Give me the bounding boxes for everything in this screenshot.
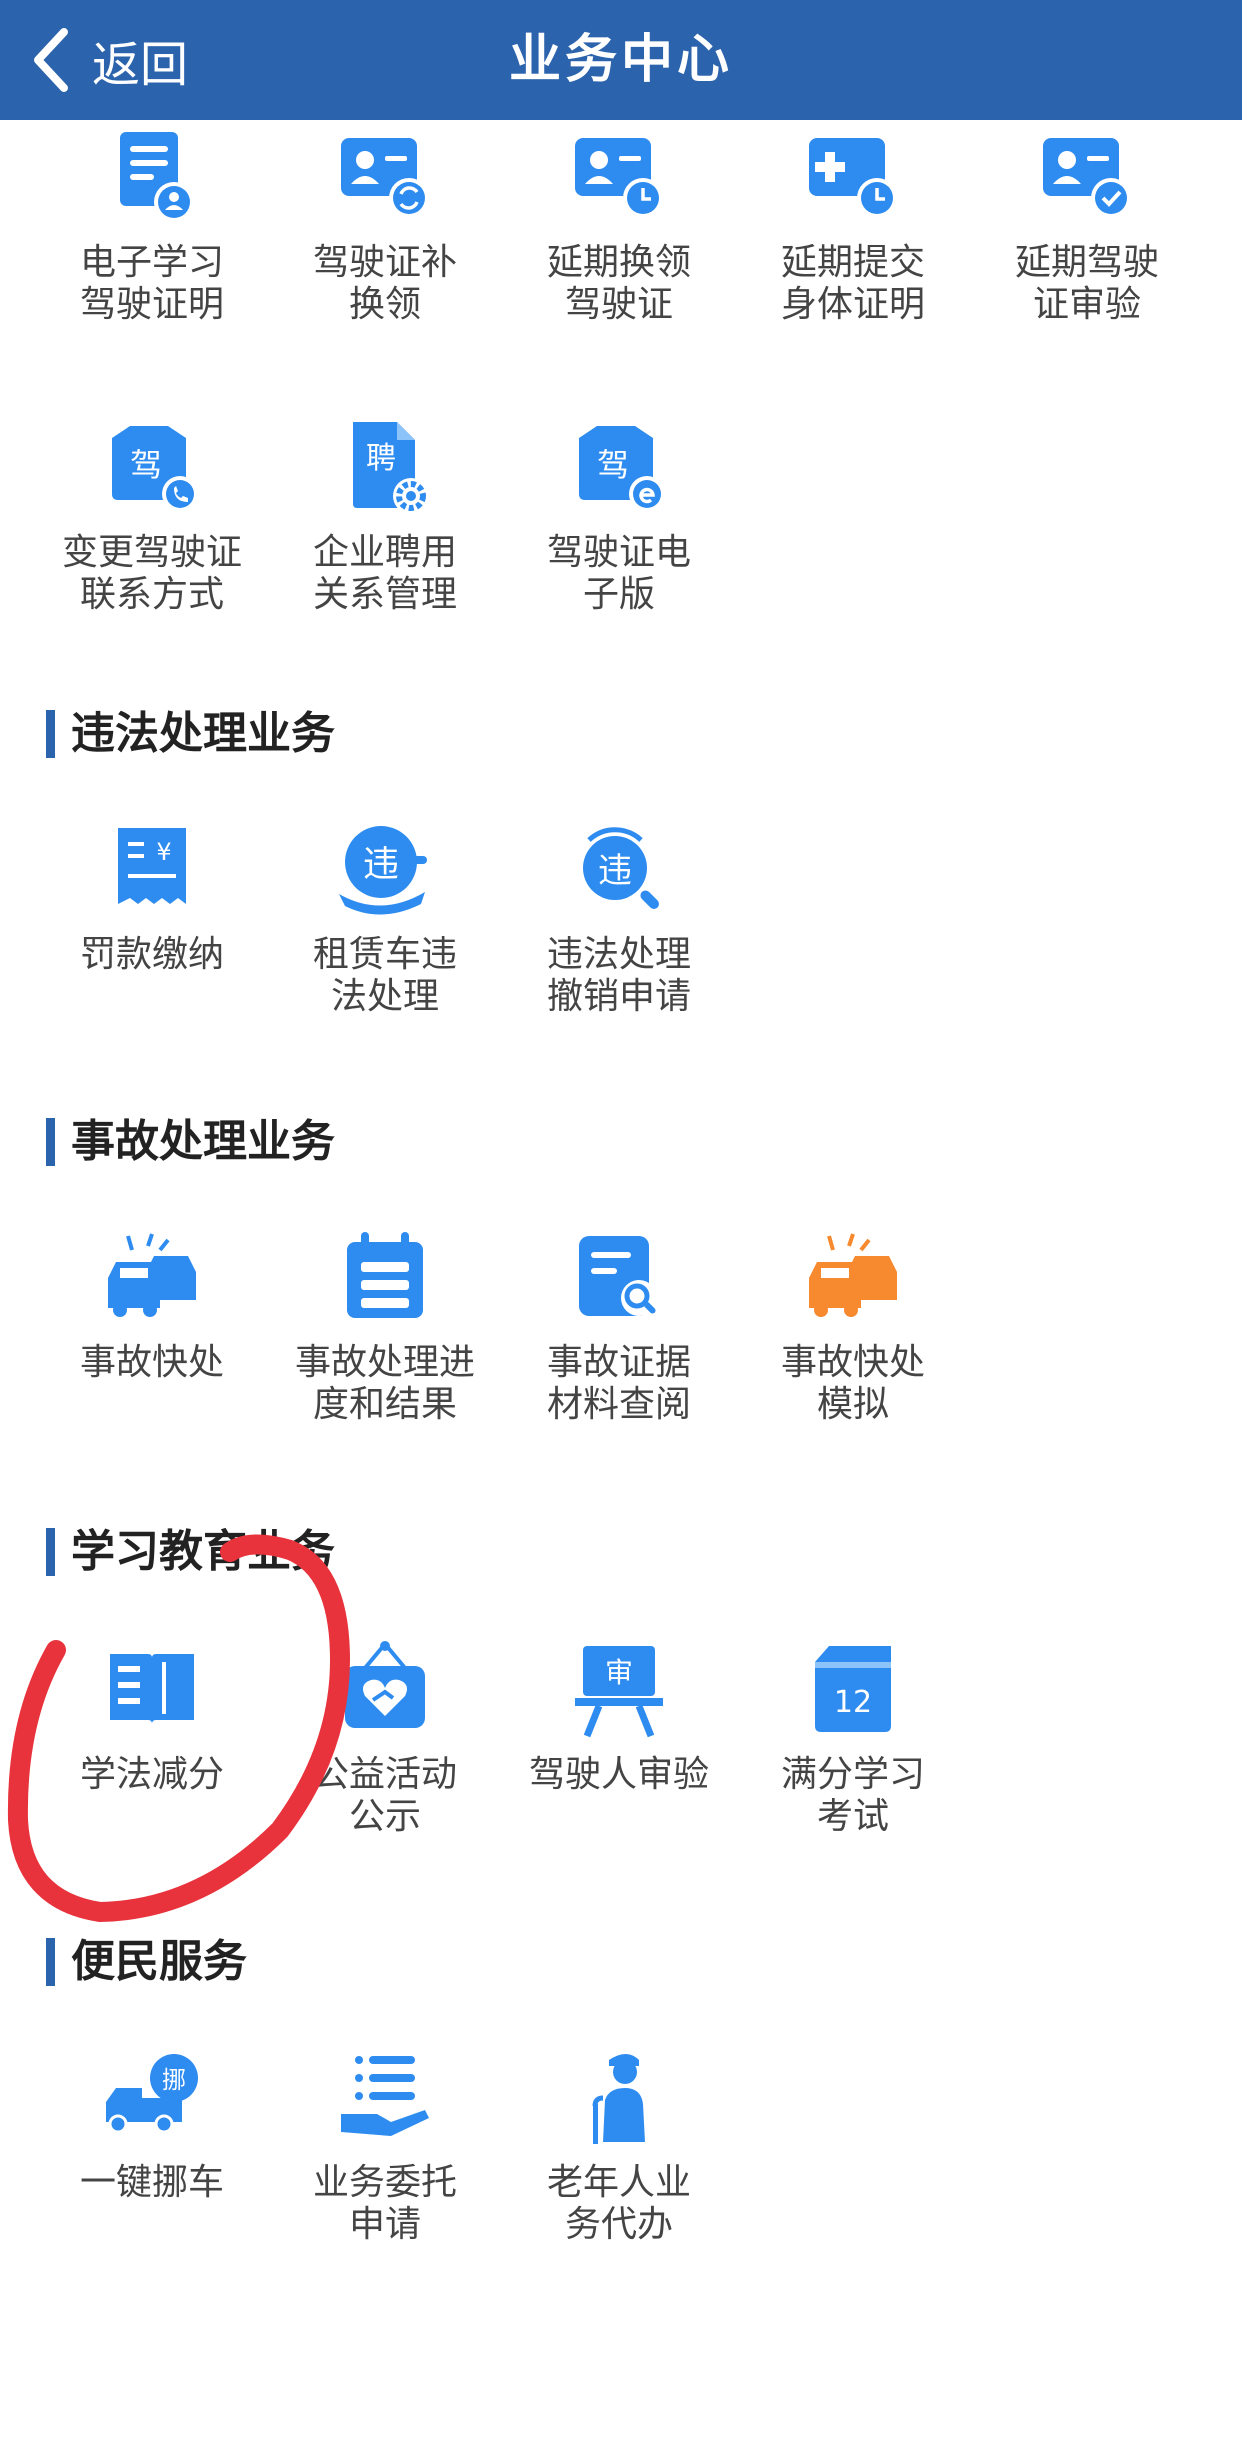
service-driver-review[interactable]: 审 驾驶人审验	[502, 1640, 736, 1796]
section-title-violation: 违法处理业务	[46, 710, 335, 758]
tow-truck-icon: 挪	[106, 2054, 198, 2134]
service-public-welfare[interactable]: 公益活动 公示	[268, 1640, 502, 1838]
service-full-score-exam[interactable]: 12 满分学习 考试	[736, 1640, 970, 1838]
service-label: 延期提交 身体证明	[780, 242, 925, 325]
service-label: 企业聘用 关系管理	[312, 532, 457, 615]
svg-text:¥: ¥	[156, 838, 171, 866]
svg-text:驾: 驾	[597, 446, 629, 484]
service-business-delegation[interactable]: 业务委托 申请	[268, 2048, 502, 2246]
service-label: 公益活动 公示	[312, 1754, 457, 1837]
id-card-check-icon	[1043, 138, 1131, 218]
service-label: 违法处理 撤销申请	[546, 934, 691, 1017]
service-label: 驾驶人审验	[528, 1754, 709, 1795]
service-label: 延期驾驶 证审验	[1014, 242, 1159, 325]
service-elderly-proxy[interactable]: 老年人业 务代办	[502, 2048, 736, 2246]
document-user-icon	[120, 132, 194, 222]
section-title-accident: 事故处理业务	[46, 1118, 335, 1166]
back-button[interactable]: 返回	[30, 18, 188, 102]
service-accident-simulation[interactable]: 事故快处 模拟	[736, 1228, 970, 1426]
service-label: 电子学习 驾驶证明	[79, 242, 224, 325]
back-label: 返回	[92, 37, 189, 93]
service-study-deduction[interactable]: 学法减分	[35, 1640, 269, 1796]
service-accident-evidence[interactable]: 事故证据 材料查阅	[502, 1228, 736, 1426]
service-label: 老年人业 务代办	[546, 2162, 691, 2245]
service-accident-progress[interactable]: 事故处理进 度和结果	[268, 1228, 502, 1426]
svg-text:审: 审	[605, 1656, 633, 1689]
service-label: 事故快处	[79, 1342, 224, 1383]
heart-hand-sign-icon	[345, 1641, 425, 1728]
service-label: 租赁车违 法处理	[312, 934, 457, 1017]
service-label: 事故快处 模拟	[780, 1342, 925, 1425]
svg-text:违: 违	[598, 851, 632, 891]
navigation-bar: 返回 业务中心	[0, 0, 1242, 120]
service-label: 延期换领 驾驶证	[546, 242, 691, 325]
license-electronic-icon: 驾	[579, 426, 665, 512]
service-electronic-learning-proof[interactable]: 电子学习 驾驶证明	[35, 128, 269, 326]
medical-clock-icon	[809, 138, 897, 218]
service-label: 变更驾驶证 联系方式	[61, 532, 242, 615]
service-license-replace[interactable]: 驾驶证补 换领	[268, 128, 502, 326]
service-move-car[interactable]: 挪 一键挪车	[35, 2048, 269, 2204]
service-electronic-license[interactable]: 驾 驾驶证电 子版	[502, 418, 736, 616]
service-change-license-contact[interactable]: 驾 变更驾驶证 联系方式	[35, 418, 269, 616]
service-label: 学法减分	[79, 1754, 224, 1795]
open-book-icon	[110, 1654, 194, 1724]
license-phone-icon: 驾	[112, 426, 198, 512]
calendar-list-icon	[347, 1232, 423, 1318]
car-accident-orange-icon	[809, 1233, 897, 1317]
id-card-swap-icon	[341, 138, 429, 218]
id-card-clock-icon	[575, 138, 663, 218]
service-label: 事故处理进 度和结果	[294, 1342, 475, 1425]
service-label: 满分学习 考试	[780, 1754, 925, 1837]
service-extend-license-review[interactable]: 延期驾驶 证审验	[970, 128, 1204, 326]
service-label: 罚款缴纳	[79, 934, 224, 975]
employ-document-icon: 聘	[353, 422, 429, 514]
review-board-icon: 审	[575, 1646, 663, 1738]
elderly-person-icon	[592, 2054, 645, 2144]
svg-text:违: 违	[363, 844, 399, 885]
car-accident-icon	[108, 1233, 196, 1317]
violation-search-icon: 违	[583, 827, 659, 909]
service-extend-license-renewal[interactable]: 延期换领 驾驶证	[502, 128, 736, 326]
service-label: 一键挪车	[79, 2162, 224, 2203]
service-employment-management[interactable]: 聘 企业聘用 关系管理	[268, 418, 502, 616]
delegate-hand-icon	[341, 2056, 429, 2136]
fine-receipt-icon: ¥	[118, 828, 186, 904]
rental-violation-icon: 违	[339, 826, 427, 915]
svg-text:驾: 驾	[130, 446, 162, 484]
service-label: 驾驶证补 换领	[312, 242, 457, 325]
document-search-icon	[579, 1236, 657, 1316]
service-extend-health-proof[interactable]: 延期提交 身体证明	[736, 128, 970, 326]
service-label: 事故证据 材料查阅	[546, 1342, 691, 1425]
svg-text:聘: 聘	[366, 441, 396, 476]
service-rental-violation[interactable]: 违 租赁车违 法处理	[268, 820, 502, 1018]
service-label: 业务委托 申请	[312, 2162, 457, 2245]
section-title-education: 学习教育业务	[46, 1528, 335, 1576]
chevron-left-icon	[34, 28, 68, 92]
service-violation-revoke[interactable]: 违 违法处理 撤销申请	[502, 820, 736, 1018]
service-accident-quick[interactable]: 事故快处	[35, 1228, 269, 1384]
calendar-12-icon: 12	[815, 1646, 891, 1732]
section-title-convenience: 便民服务	[46, 1938, 247, 1986]
svg-text:挪: 挪	[162, 2066, 186, 2094]
svg-text:12: 12	[834, 1685, 872, 1720]
service-fine-payment[interactable]: ¥ 罚款缴纳	[35, 820, 269, 976]
service-label: 驾驶证电 子版	[546, 532, 691, 615]
